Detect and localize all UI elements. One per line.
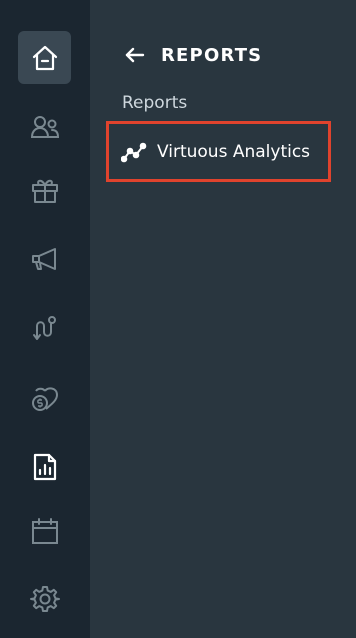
section-label: Reports	[122, 93, 188, 113]
people-icon	[30, 115, 59, 138]
nav-settings-button[interactable]	[18, 572, 71, 625]
gift-icon	[31, 179, 58, 203]
journey-icon	[32, 315, 56, 340]
gear-icon	[29, 585, 60, 612]
donation-heart-icon	[31, 386, 58, 411]
nav-campaigns-button[interactable]	[18, 232, 71, 285]
nav-link-label: Virtuous Analytics	[157, 141, 311, 162]
back-to-menu-button[interactable]: REPORTS	[123, 40, 262, 70]
home-icon	[32, 45, 57, 70]
nav-calendar-button[interactable]	[18, 504, 71, 557]
nav-donations-button[interactable]	[18, 372, 71, 425]
reports-panel: REPORTS Reports Virtuous Analytics	[90, 0, 356, 638]
megaphone-icon	[31, 247, 56, 270]
line-chart-icon	[121, 142, 147, 162]
panel-title: REPORTS	[161, 44, 263, 66]
nav-gifts-button[interactable]	[18, 163, 71, 216]
arrow-left-icon	[125, 47, 145, 63]
nav-journeys-button[interactable]	[18, 301, 71, 354]
nav-reports-button[interactable]	[18, 440, 71, 493]
icon-rail	[0, 0, 90, 638]
report-document-icon	[33, 453, 56, 480]
nav-people-button[interactable]	[18, 100, 71, 153]
virtuous-analytics-link[interactable]: Virtuous Analytics	[106, 121, 331, 182]
nav-home-button[interactable]	[18, 31, 71, 84]
calendar-icon	[31, 517, 58, 544]
